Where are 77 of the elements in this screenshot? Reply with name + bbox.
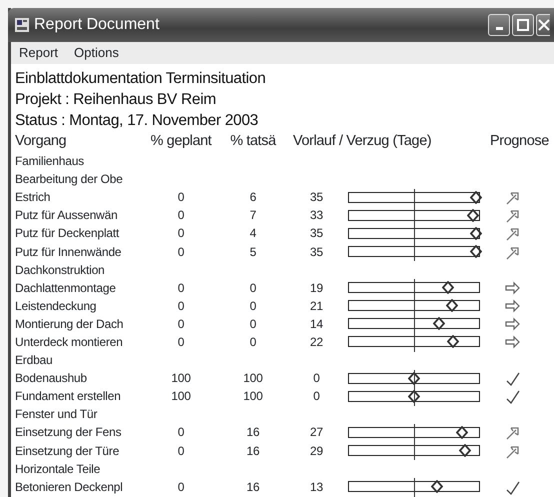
days-value: 22 bbox=[310, 334, 323, 351]
task-name: Unterdeck montieren bbox=[15, 334, 123, 351]
task-name: Dachlattenmontage bbox=[15, 280, 116, 297]
percent-value: 0 bbox=[178, 244, 184, 261]
percent-value: 100 bbox=[171, 370, 191, 388]
group-name: Horizontale Teile bbox=[15, 460, 100, 478]
days-value: 35 bbox=[310, 225, 323, 242]
zero-line bbox=[414, 478, 415, 497]
report-heading: Status : Montag, 17. November 2003 bbox=[15, 112, 258, 129]
menu-item[interactable]: Report bbox=[19, 43, 58, 63]
days-value: 35 bbox=[310, 244, 323, 261]
percent-value: 0 bbox=[178, 207, 184, 224]
task-name: Einsetzung der Türe bbox=[15, 442, 120, 460]
close-icon bbox=[538, 19, 550, 31]
percent-value: 4 bbox=[250, 225, 256, 242]
group-name: Familienhaus bbox=[15, 153, 84, 170]
days-value: 0 bbox=[313, 388, 320, 406]
minimize-icon bbox=[496, 27, 502, 30]
menu-item[interactable]: Options bbox=[74, 43, 119, 63]
percent-value: 0 bbox=[178, 424, 184, 442]
percent-value: 0 bbox=[178, 225, 184, 242]
percent-value: 6 bbox=[250, 189, 256, 206]
group-name: Fenster und Tür bbox=[15, 406, 98, 424]
days-value: 21 bbox=[310, 298, 323, 315]
maximize-icon bbox=[517, 19, 529, 31]
percent-value: 0 bbox=[178, 442, 184, 460]
percent-value: 16 bbox=[246, 442, 260, 460]
task-name: Betonieren Deckenpl bbox=[15, 478, 123, 496]
column-header: Vorlauf / Verzug (Tage) bbox=[293, 132, 432, 151]
task-name: Montierung der Dach bbox=[15, 316, 124, 333]
task-name: Bodenaushub bbox=[15, 370, 87, 388]
days-value: 14 bbox=[310, 316, 323, 333]
days-value: 35 bbox=[310, 189, 323, 206]
percent-value: 0 bbox=[178, 334, 184, 351]
minimize-button[interactable] bbox=[488, 14, 510, 36]
percent-value: 100 bbox=[243, 388, 263, 406]
percent-value: 0 bbox=[178, 298, 184, 315]
task-name: Einsetzung der Fens bbox=[15, 424, 122, 442]
percent-value: 0 bbox=[250, 334, 256, 351]
window-title: Report Document bbox=[34, 15, 160, 35]
group-name: Dachkonstruktion bbox=[15, 262, 105, 279]
column-header: % tatsä bbox=[230, 132, 276, 151]
maximize-button[interactable] bbox=[512, 14, 534, 36]
percent-value: 5 bbox=[250, 244, 256, 261]
days-value: 27 bbox=[310, 424, 323, 442]
task-name: Estrich bbox=[15, 189, 50, 206]
percent-value: 0 bbox=[178, 280, 184, 297]
days-value: 29 bbox=[310, 442, 323, 460]
percent-value: 16 bbox=[246, 478, 260, 496]
percent-value: 0 bbox=[250, 280, 256, 297]
percent-value: 16 bbox=[246, 424, 260, 442]
percent-value: 100 bbox=[243, 370, 263, 388]
column-header: % geplant bbox=[150, 132, 212, 151]
days-value: 13 bbox=[310, 478, 323, 496]
percent-value: 100 bbox=[171, 388, 191, 406]
report-heading: Projekt : Reihenhaus BV Reim bbox=[15, 91, 216, 108]
task-name: Fundament erstellen bbox=[15, 388, 121, 406]
group-name: Erdbau bbox=[15, 352, 52, 370]
task-name: Putz für Innenwände bbox=[15, 244, 122, 261]
window-icon bbox=[14, 17, 30, 33]
percent-value: 0 bbox=[178, 478, 184, 496]
days-value: 19 bbox=[310, 280, 323, 297]
percent-value: 0 bbox=[178, 189, 184, 206]
column-header: Vorgang bbox=[15, 132, 66, 151]
close-button[interactable] bbox=[536, 14, 550, 36]
percent-value: 7 bbox=[250, 207, 256, 224]
days-value: 0 bbox=[313, 370, 320, 388]
task-name: Leistendeckung bbox=[15, 298, 96, 315]
column-header: Prognose bbox=[490, 132, 549, 151]
percent-value: 0 bbox=[250, 316, 256, 333]
days-value: 33 bbox=[310, 207, 323, 224]
percent-value: 0 bbox=[178, 316, 184, 333]
report-heading: Einblattdokumentation Terminsituation bbox=[15, 70, 266, 87]
group-name: Bearbeitung der Obe bbox=[15, 171, 123, 188]
percent-value: 0 bbox=[250, 298, 256, 315]
task-name: Putz für Deckenplatt bbox=[15, 225, 120, 242]
task-name: Putz für Aussenwän bbox=[15, 207, 118, 224]
